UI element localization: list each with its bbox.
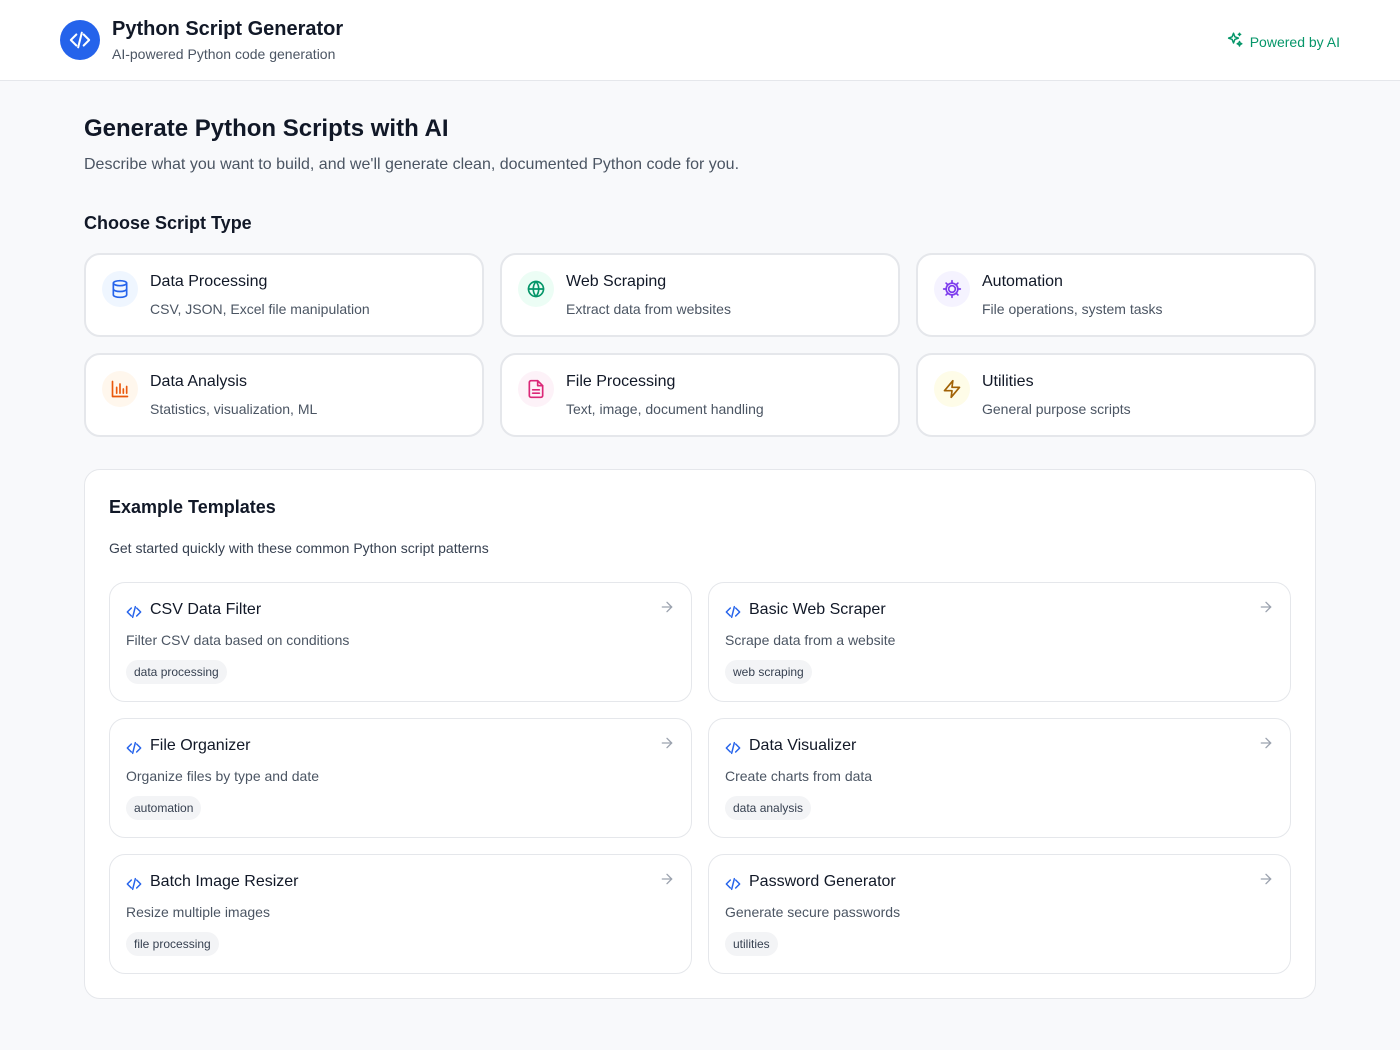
template-description: Generate secure passwords: [725, 904, 901, 920]
page-description: Describe what you want to build, and we'…: [84, 156, 740, 173]
code-icon: [725, 877, 741, 891]
arrow-right-icon: [661, 873, 673, 885]
script-type-description: Statistics, visualization, ML: [150, 401, 318, 417]
app-title: Python Script Generator: [112, 18, 344, 40]
template-csv-data-filter[interactable]: CSV Data Filter Filter CSV data based on…: [109, 582, 692, 702]
bar-chart-icon: [102, 371, 138, 407]
template-description: Organize files by type and date: [126, 768, 320, 784]
database-icon: [102, 271, 138, 307]
template-tag: automation: [126, 796, 202, 820]
code-icon: [725, 605, 741, 619]
template-tag: data analysis: [725, 796, 812, 820]
arrow-right-icon: [1260, 601, 1272, 613]
templates-description: Get started quickly with these common Py…: [109, 540, 489, 556]
script-type-heading: Choose Script Type: [84, 213, 252, 233]
template-name: Batch Image Resizer: [150, 873, 299, 890]
code-icon: [725, 741, 741, 755]
powered-by-label: Powered by AI: [1249, 33, 1340, 50]
file-text-icon: [518, 371, 554, 407]
powered-by-badge: Powered by AI: [1226, 31, 1340, 52]
sparkles-icon: [1226, 31, 1244, 52]
script-type-name: Automation: [982, 273, 1063, 290]
template-name: Basic Web Scraper: [749, 601, 886, 618]
script-type-file-processing[interactable]: File Processing Text, image, document ha…: [500, 353, 900, 437]
example-templates-panel: Example Templates Get started quickly wi…: [84, 469, 1316, 999]
template-name: Password Generator: [749, 873, 896, 890]
script-type-data-processing[interactable]: Data Processing CSV, JSON, Excel file ma…: [84, 253, 484, 337]
template-tag: utilities: [725, 932, 778, 956]
template-description: Filter CSV data based on conditions: [126, 632, 350, 648]
template-file-organizer[interactable]: File Organizer Organize files by type an…: [109, 718, 692, 838]
code-icon: [126, 877, 142, 891]
script-type-description: File operations, system tasks: [982, 301, 1163, 317]
code-icon: [126, 741, 142, 755]
cog-icon: [934, 271, 970, 307]
script-type-automation[interactable]: Automation File operations, system tasks: [916, 253, 1316, 337]
script-type-name: Data Processing: [150, 273, 268, 290]
script-type-data-analysis[interactable]: Data Analysis Statistics, visualization,…: [84, 353, 484, 437]
arrow-right-icon: [661, 601, 673, 613]
template-basic-web-scraper[interactable]: Basic Web Scraper Scrape data from a web…: [708, 582, 1291, 702]
script-type-description: CSV, JSON, Excel file manipulation: [150, 301, 370, 317]
script-type-name: Utilities: [982, 373, 1034, 390]
script-type-description: General purpose scripts: [982, 401, 1131, 417]
template-name: File Organizer: [150, 737, 251, 754]
arrow-right-icon: [661, 737, 673, 749]
template-tag: file processing: [126, 932, 219, 956]
zap-icon: [934, 371, 970, 407]
arrow-right-icon: [1260, 737, 1272, 749]
template-tag: web scraping: [725, 660, 812, 684]
templates-title: Example Templates: [109, 497, 276, 517]
globe-icon: [518, 271, 554, 307]
script-type-name: File Processing: [566, 373, 676, 390]
template-description: Scrape data from a website: [725, 632, 896, 648]
template-tag: data processing: [126, 660, 227, 684]
script-type-name: Web Scraping: [566, 273, 667, 290]
page-title: Generate Python Scripts with AI: [84, 115, 449, 142]
template-batch-image-resizer[interactable]: Batch Image Resizer Resize multiple imag…: [109, 854, 692, 974]
app-header: Python Script Generator AI-powered Pytho…: [0, 0, 1400, 81]
arrow-right-icon: [1260, 873, 1272, 885]
script-type-utilities[interactable]: Utilities General purpose scripts: [916, 353, 1316, 437]
template-description: Resize multiple images: [126, 904, 270, 920]
script-type-description: Text, image, document handling: [566, 401, 764, 417]
script-type-web-scraping[interactable]: Web Scraping Extract data from websites: [500, 253, 900, 337]
template-name: Data Visualizer: [749, 737, 857, 754]
template-name: CSV Data Filter: [150, 601, 262, 618]
app-subtitle: AI-powered Python code generation: [112, 46, 336, 62]
code-icon: [60, 20, 100, 60]
script-type-name: Data Analysis: [150, 373, 247, 390]
code-icon: [126, 605, 142, 619]
template-password-generator[interactable]: Password Generator Generate secure passw…: [708, 854, 1291, 974]
template-data-visualizer[interactable]: Data Visualizer Create charts from data …: [708, 718, 1291, 838]
script-type-description: Extract data from websites: [566, 301, 731, 317]
template-description: Create charts from data: [725, 768, 873, 784]
